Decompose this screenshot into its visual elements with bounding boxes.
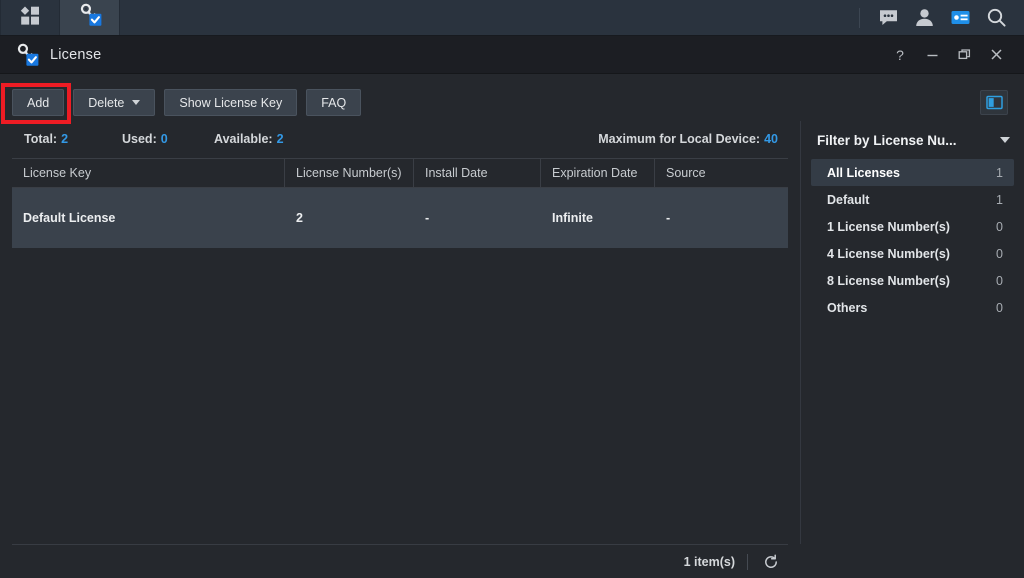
user-icon[interactable] (906, 0, 942, 36)
column-header-source[interactable]: Source (655, 159, 788, 187)
column-header-install-date[interactable]: Install Date (414, 159, 541, 187)
sidebar-item-label: 1 License Number(s) (827, 219, 950, 234)
stat-used: Used: 0 (122, 132, 168, 146)
status-bar: 1 item(s) (12, 544, 788, 578)
sidebar-item-label: Default (827, 192, 870, 207)
close-button[interactable] (980, 40, 1012, 70)
cell-expiration-date: Infinite (552, 211, 593, 225)
sidebar-item-4-license-numbers[interactable]: 4 License Number(s) 0 (811, 240, 1014, 267)
maximize-button[interactable] (948, 40, 980, 70)
sidebar-item-label: All Licenses (827, 165, 900, 180)
stat-total-label: Total: (24, 132, 58, 146)
taskbar (0, 0, 1024, 36)
stat-maximum-label: Maximum for Local Device: (598, 132, 761, 146)
search-icon[interactable] (978, 0, 1014, 36)
stat-used-label: Used: (122, 132, 157, 146)
stat-maximum-value: 40 (764, 132, 778, 146)
sidebar-item-count: 1 (996, 165, 1003, 180)
sidebar-item-count: 0 (996, 273, 1003, 288)
window-body: Add Delete Show License Key FAQ Total: 2 … (0, 74, 1024, 578)
taskbar-spacer (120, 0, 849, 35)
filter-list: All Licenses 1 Default 1 1 License Numbe… (801, 159, 1024, 321)
taskbar-license-button[interactable] (60, 0, 120, 35)
sidebar-item-count: 0 (996, 246, 1003, 261)
delete-button[interactable]: Delete (73, 89, 156, 116)
filter-sidebar-header[interactable]: Filter by License Nu... (801, 121, 1024, 159)
license-key-icon (77, 3, 103, 32)
sidebar-item-count: 1 (996, 192, 1003, 207)
column-header-expiration-date[interactable]: Expiration Date (541, 159, 655, 187)
sidebar-item-label: 8 License Number(s) (827, 273, 950, 288)
chat-icon[interactable] (870, 0, 906, 36)
cell-source: - (666, 211, 671, 225)
sidebar-item-others[interactable]: Others 0 (811, 294, 1014, 321)
faq-button[interactable]: FAQ (306, 89, 362, 116)
taskbar-left-group (0, 0, 120, 35)
chevron-down-icon (132, 100, 141, 105)
sidebar-item-count: 0 (996, 300, 1003, 315)
taskbar-divider (859, 7, 860, 28)
cell-license-numbers: 2 (296, 211, 303, 225)
taskbar-apps-button[interactable] (0, 0, 60, 35)
stat-total: Total: 2 (24, 132, 68, 146)
screen-root: License ? Add Delete Show License Key FA… (0, 0, 1024, 578)
stat-used-value: 0 (160, 132, 168, 146)
column-header-license-numbers[interactable]: License Number(s) (285, 159, 414, 187)
status-bar-divider (747, 553, 748, 570)
filter-sidebar: Filter by License Nu... All Licenses 1 D… (800, 121, 1024, 544)
column-header-license-key[interactable]: License Key (12, 159, 285, 187)
item-count-label: 1 item(s) (683, 554, 735, 569)
cell-install-date: - (425, 211, 430, 225)
table-header-row: License Key License Number(s) Install Da… (12, 158, 788, 188)
sidebar-item-1-license-number[interactable]: 1 License Number(s) 0 (811, 213, 1014, 240)
grid-apps-icon (19, 4, 41, 31)
stat-total-value: 2 (61, 132, 69, 146)
license-table: License Key License Number(s) Install Da… (12, 158, 788, 324)
stat-available-label: Available: (214, 132, 273, 146)
taskbar-right-group (849, 0, 1024, 35)
table-row[interactable]: Default License 2 - Infinite - (12, 188, 788, 248)
add-button[interactable]: Add (12, 89, 65, 116)
window-title: License (50, 46, 102, 63)
sidebar-item-all-licenses[interactable]: All Licenses 1 (811, 159, 1014, 186)
widget-icon[interactable] (942, 0, 978, 36)
sidebar-item-8-license-numbers[interactable]: 8 License Number(s) 0 (811, 267, 1014, 294)
sidebar-item-count: 0 (996, 219, 1003, 234)
window-titlebar: License ? (0, 36, 1024, 74)
sidebar-item-label: 4 License Number(s) (827, 246, 950, 261)
toolbar: Add Delete Show License Key FAQ (12, 89, 362, 116)
license-key-icon (14, 43, 40, 67)
stat-available-value: 2 (276, 132, 284, 146)
delete-button-label: Delete (88, 95, 125, 110)
sidebar-item-label: Others (827, 300, 868, 315)
stat-maximum: Maximum for Local Device: 40 (598, 132, 778, 146)
refresh-icon[interactable] (760, 551, 782, 573)
side-panel-toggle-icon[interactable] (980, 90, 1008, 115)
minimize-button[interactable] (916, 40, 948, 70)
window-controls: ? (884, 40, 1024, 70)
cell-license-key: Default License (23, 211, 116, 225)
sidebar-item-default[interactable]: Default 1 (811, 186, 1014, 213)
stats-bar: Total: 2 Used: 0 Available: 2 Maximum for L… (0, 132, 790, 156)
chevron-down-icon (1000, 137, 1010, 143)
stat-available: Available: 2 (214, 132, 284, 146)
show-license-key-button[interactable]: Show License Key (164, 89, 298, 116)
help-button[interactable]: ? (884, 40, 916, 70)
filter-sidebar-title: Filter by License Nu... (817, 132, 957, 148)
